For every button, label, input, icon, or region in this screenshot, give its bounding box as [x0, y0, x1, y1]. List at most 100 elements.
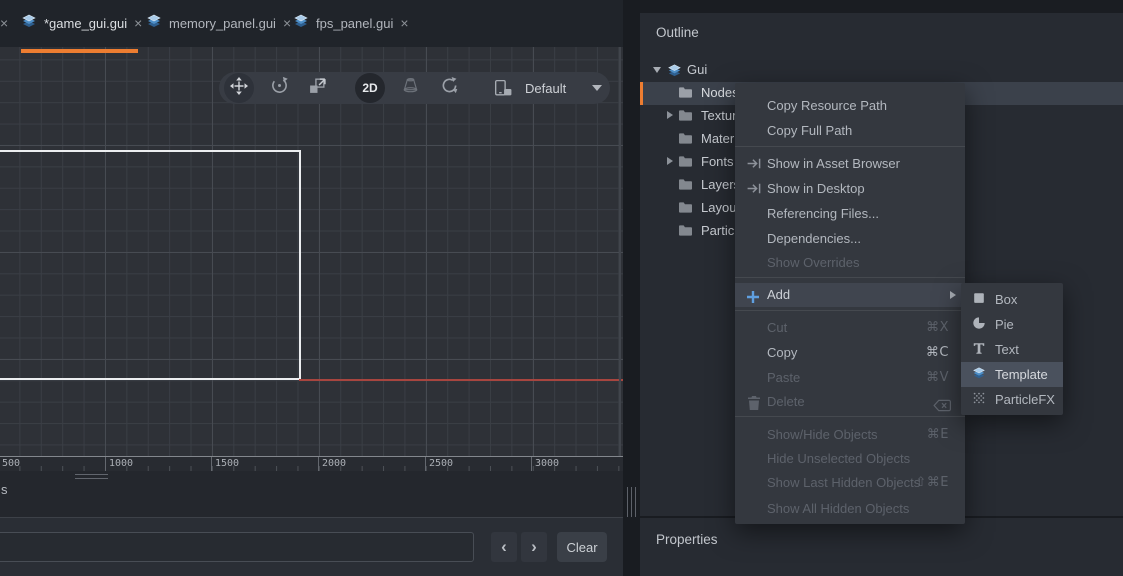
properties-panel-title: Properties [656, 532, 718, 547]
submenu-item-label: Template [995, 367, 1048, 382]
move-tool-button[interactable] [224, 73, 254, 103]
scene-viewport[interactable]: 2D Default [0, 47, 623, 456]
menu-item-show-all-hidden: Show All Hidden Objects [735, 496, 965, 521]
submenu-item-pie[interactable]: Pie [961, 312, 1063, 337]
tab-close-icon[interactable]: × [283, 0, 291, 47]
tab-label: fps_panel.gui [316, 16, 393, 31]
menu-item-show-overrides: Show Overrides [735, 250, 965, 275]
menu-item-copy[interactable]: Copy ⌘C [735, 340, 965, 365]
folder-icon [678, 178, 693, 196]
menu-item-add[interactable]: Add [735, 283, 965, 307]
folder-icon [678, 132, 693, 150]
shortcut-label: ⌘E [927, 422, 949, 447]
menu-item-label: Show Last Hidden Objects [767, 475, 920, 490]
menu-item-label: Show in Asset Browser [767, 156, 900, 171]
submenu-item-particlefx[interactable]: ParticleFX [961, 387, 1063, 412]
submenu-item-label: Text [995, 342, 1019, 357]
tab-bar: × *game_gui.gui × memory_panel.gui × fps… [0, 0, 623, 47]
submenu-item-template[interactable]: Template [961, 362, 1063, 387]
context-menu: Copy Resource Path Copy Full Path Show i… [735, 83, 965, 524]
2d-mode-button[interactable]: 2D [355, 73, 385, 103]
folder-icon [678, 201, 693, 219]
viewport-toolbar: 2D Default [219, 72, 610, 104]
chevron-right-icon[interactable] [667, 111, 673, 119]
menu-item-paste: Paste ⌘V [735, 365, 965, 390]
add-submenu: Box Pie Text Template ParticleFX [961, 283, 1063, 415]
menu-separator [735, 416, 965, 417]
chevron-down-icon[interactable] [653, 67, 661, 73]
chevron-down-icon[interactable] [592, 85, 602, 91]
vertical-splitter[interactable] [623, 0, 640, 576]
horizontal-ruler: 500 1000 1500 2000 2500 3000 [0, 456, 623, 471]
chevron-right-icon[interactable] [667, 157, 673, 165]
2d-mode-label: 2D [362, 81, 377, 95]
text-icon [972, 341, 986, 358]
shortcut-label: ⌘X [926, 315, 949, 340]
perspective-camera-button[interactable] [396, 76, 424, 100]
submenu-item-label: Pie [995, 317, 1014, 332]
outline-panel-title: Outline [656, 25, 699, 40]
submenu-item-label: Box [995, 292, 1017, 307]
menu-item-label: Copy [767, 345, 797, 360]
tree-label: Fonts [701, 154, 734, 169]
ruler-label: 2500 [429, 458, 453, 469]
tab-game-gui[interactable]: *game_gui.gui × [21, 0, 138, 47]
plus-icon [746, 288, 760, 312]
menu-item-show-in-asset-browser[interactable]: Show in Asset Browser [735, 151, 965, 176]
ruler-tick [318, 457, 319, 472]
next-match-button[interactable]: › [521, 532, 547, 562]
menu-item-show-in-desktop[interactable]: Show in Desktop [735, 176, 965, 201]
display-profile-value: Default [525, 81, 566, 96]
menu-item-dependencies[interactable]: Dependencies... [735, 226, 965, 251]
menu-item-copy-full-path[interactable]: Copy Full Path [735, 118, 965, 143]
ruler-tick [531, 457, 532, 472]
selection-bar [640, 82, 643, 105]
tab-fps-panel[interactable]: fps_panel.gui × [293, 0, 406, 47]
x-axis-line [299, 379, 623, 381]
tab-memory-panel[interactable]: memory_panel.gui × [146, 0, 286, 47]
tree-row-gui[interactable]: Gui [640, 59, 1123, 82]
offscreen-tab-close-icon[interactable]: × [0, 0, 16, 47]
rotate-tool-button[interactable] [265, 76, 293, 100]
rotate-icon [270, 76, 289, 100]
chevron-right-icon: › [531, 537, 537, 556]
scale-tool-button[interactable] [303, 76, 331, 100]
menu-separator [735, 310, 965, 311]
ruler-label: 500 [2, 458, 20, 469]
editor-window: × *game_gui.gui × memory_panel.gui × fps… [0, 0, 1123, 576]
pie-icon [972, 316, 986, 333]
tab-close-icon[interactable]: × [134, 0, 142, 47]
ruler-tick [425, 457, 426, 472]
template-icon [972, 366, 986, 383]
gui-file-icon [293, 13, 309, 34]
ruler-tick [105, 457, 106, 472]
shortcut-label: ⇧⌘E [915, 470, 949, 495]
gui-design-bounds [0, 150, 301, 380]
reset-camera-button[interactable] [435, 76, 463, 100]
submenu-item-label: ParticleFX [995, 392, 1055, 407]
menu-item-show-last-hidden: Show Last Hidden Objects ⇧⌘E [735, 470, 965, 495]
horizontal-splitter-handle[interactable] [75, 474, 108, 479]
clear-console-button[interactable]: Clear [557, 532, 607, 562]
tab-close-icon[interactable]: × [400, 0, 408, 47]
tab-label: *game_gui.gui [44, 16, 127, 31]
console-search-input[interactable] [0, 532, 474, 562]
box-icon [972, 291, 986, 308]
perspective-icon [401, 76, 420, 100]
gui-root-icon [667, 63, 682, 83]
move-icon [230, 77, 248, 100]
particlefx-icon [972, 391, 986, 408]
chevron-left-icon: ‹ [501, 537, 507, 556]
submenu-item-text[interactable]: Text [961, 337, 1063, 362]
menu-item-referencing-files[interactable]: Referencing Files... [735, 201, 965, 226]
gui-file-icon [21, 13, 37, 34]
ruler-label: 1500 [215, 458, 239, 469]
submenu-item-box[interactable]: Box [961, 287, 1063, 312]
viewport-scrollbar[interactable] [619, 47, 621, 456]
console-text-fragment: s [1, 482, 8, 497]
menu-item-label: Delete [767, 394, 805, 409]
menu-item-copy-resource-path[interactable]: Copy Resource Path [735, 93, 965, 118]
prev-match-button[interactable]: ‹ [491, 532, 517, 562]
tree-label: Nodes [701, 85, 739, 100]
folder-icon [678, 109, 693, 127]
